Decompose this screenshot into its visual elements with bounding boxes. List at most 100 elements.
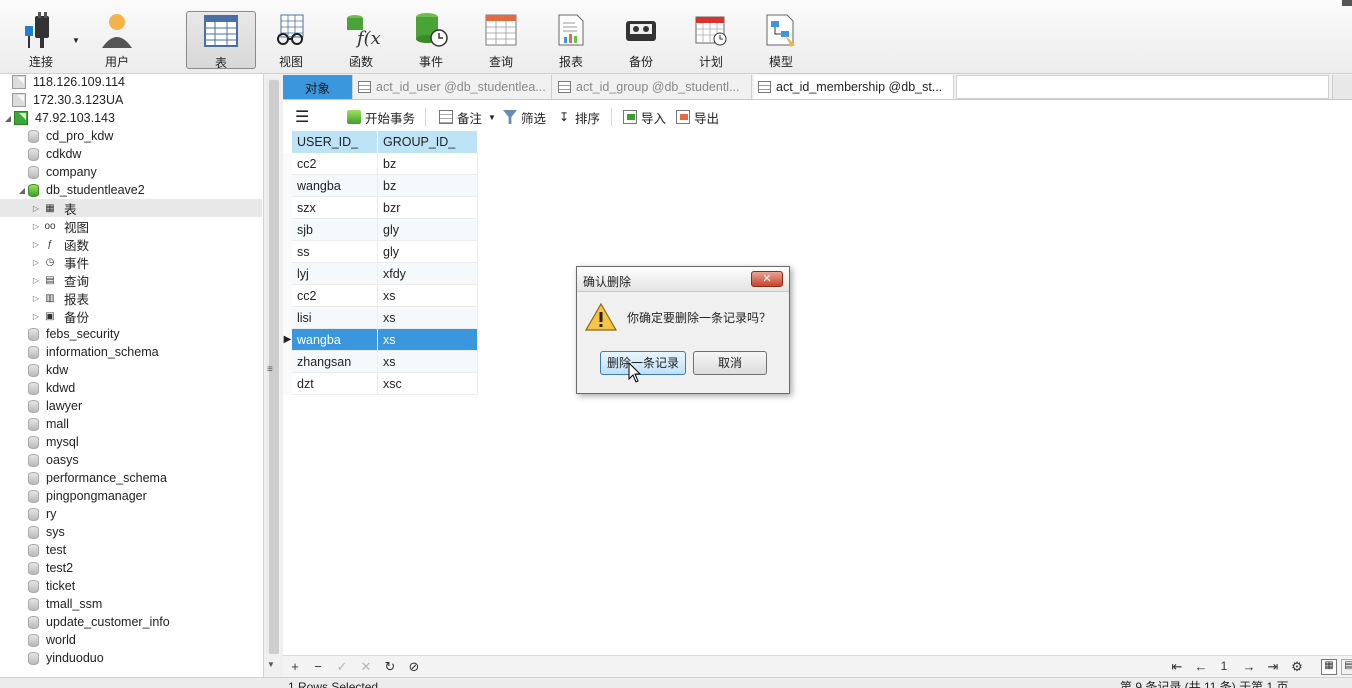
cell-user-id[interactable]: zhangsan bbox=[292, 351, 378, 373]
table-row[interactable]: dzt xsc bbox=[283, 373, 478, 395]
row-indicator[interactable] bbox=[283, 197, 292, 219]
sort-button[interactable]: ↧ 排序 bbox=[557, 108, 600, 126]
backup-button[interactable]: 备份 bbox=[606, 11, 676, 69]
database-item[interactable]: information_schema bbox=[0, 343, 262, 361]
database-item[interactable]: world bbox=[0, 631, 262, 649]
cell-user-id[interactable]: cc2 bbox=[292, 285, 378, 307]
database-item[interactable]: yinduoduo bbox=[0, 649, 262, 667]
refresh-icon[interactable]: ↻ bbox=[382, 659, 398, 675]
new-tab-icon[interactable] bbox=[1332, 75, 1352, 99]
apply-changes-icon[interactable]: ✓ bbox=[334, 659, 350, 675]
row-indicator[interactable] bbox=[283, 307, 292, 329]
table-row[interactable]: zhangsan xs bbox=[283, 351, 478, 373]
current-row-arrow-icon[interactable]: ▶ bbox=[283, 329, 292, 351]
grid-view-icon[interactable]: ▦ bbox=[1321, 659, 1337, 675]
cancel-button[interactable]: 取消 bbox=[693, 351, 767, 375]
settings-gear-icon[interactable]: ⚙ bbox=[1289, 659, 1305, 675]
cell-user-id[interactable]: lisi bbox=[292, 307, 378, 329]
cell-user-id[interactable]: dzt bbox=[292, 373, 378, 395]
views-node[interactable]: ▷ oo 视图 bbox=[0, 217, 262, 235]
database-item[interactable]: kdwd bbox=[0, 379, 262, 397]
database-item[interactable]: cdkdw bbox=[0, 145, 262, 163]
database-item[interactable]: ticket bbox=[0, 577, 262, 595]
events-node[interactable]: ▷ ◷ 事件 bbox=[0, 253, 262, 271]
connection-item[interactable]: 172.30.3.123UA bbox=[0, 91, 262, 109]
memo-dropdown-icon[interactable]: ▼ bbox=[488, 113, 496, 122]
close-button[interactable]: ✕ bbox=[751, 271, 783, 287]
cell-group-id[interactable]: gly bbox=[378, 241, 478, 263]
cell-user-id[interactable]: szx bbox=[292, 197, 378, 219]
function-button[interactable]: f(x) 函数 bbox=[326, 11, 396, 69]
connection-item[interactable]: 118.126.109.114 bbox=[0, 74, 262, 91]
export-button[interactable]: 导出 bbox=[676, 108, 719, 126]
report-button[interactable]: 报表 bbox=[536, 11, 606, 69]
row-indicator[interactable] bbox=[283, 373, 292, 395]
cell-group-id[interactable]: xfdy bbox=[378, 263, 478, 285]
form-view-icon[interactable]: ▤ bbox=[1341, 659, 1352, 675]
tab-act-id-group[interactable]: act_id_group @db_studentl... bbox=[554, 75, 752, 99]
expand-arrow-icon[interactable]: ◢ bbox=[2, 114, 14, 123]
cell-user-id[interactable]: sjb bbox=[292, 219, 378, 241]
confirm-delete-button[interactable]: 删除一条记录 bbox=[600, 351, 686, 375]
collapse-arrow-icon[interactable]: ▷ bbox=[30, 294, 42, 303]
view-button[interactable]: 视图 bbox=[256, 11, 326, 69]
database-item[interactable]: sys bbox=[0, 523, 262, 541]
database-item[interactable]: update_customer_info bbox=[0, 613, 262, 631]
discard-changes-icon[interactable]: ✕ bbox=[358, 659, 374, 675]
cell-group-id[interactable]: xs bbox=[378, 285, 478, 307]
database-item[interactable]: performance_schema bbox=[0, 469, 262, 487]
query-button[interactable]: 查询 bbox=[466, 11, 536, 69]
scroll-down-icon[interactable]: ▼ bbox=[267, 660, 275, 669]
cell-user-id[interactable]: cc2 bbox=[292, 153, 378, 175]
database-item[interactable]: tmall_ssm bbox=[0, 595, 262, 613]
backups-node[interactable]: ▷ ▣ 备份 bbox=[0, 307, 262, 325]
add-record-icon[interactable]: + bbox=[287, 659, 303, 674]
tab-objects[interactable]: 对象 bbox=[283, 75, 353, 99]
user-button[interactable]: 用户 bbox=[82, 11, 152, 69]
last-page-icon[interactable]: ⇥ bbox=[1265, 659, 1281, 675]
collapse-arrow-icon[interactable]: ▷ bbox=[30, 204, 42, 213]
expand-arrow-icon[interactable]: ◢ bbox=[16, 186, 28, 195]
cell-group-id[interactable]: xs bbox=[378, 351, 478, 373]
database-item[interactable]: mysql bbox=[0, 433, 262, 451]
dialog-title-bar[interactable]: 确认删除 ✕ bbox=[577, 267, 789, 292]
table-row[interactable]: szx bzr bbox=[283, 197, 478, 219]
row-indicator[interactable] bbox=[283, 153, 292, 175]
menu-icon[interactable]: ☰ bbox=[295, 108, 309, 126]
table-row[interactable]: ▶ wangba xs bbox=[283, 329, 478, 351]
database-item[interactable]: company bbox=[0, 163, 262, 181]
page-number[interactable]: 1 bbox=[1216, 659, 1232, 673]
tab-act-id-user[interactable]: act_id_user @db_studentlea... bbox=[354, 75, 552, 99]
functions-node[interactable]: ▷ ƒ 函数 bbox=[0, 235, 262, 253]
row-indicator[interactable] bbox=[283, 175, 292, 197]
table-row[interactable]: lisi xs bbox=[283, 307, 478, 329]
database-item[interactable]: kdw bbox=[0, 361, 262, 379]
table-row[interactable]: cc2 bz bbox=[283, 153, 478, 175]
database-item[interactable]: lawyer bbox=[0, 397, 262, 415]
table-row[interactable]: ss gly bbox=[283, 241, 478, 263]
database-item[interactable]: cd_pro_kdw bbox=[0, 127, 262, 145]
cell-user-id[interactable]: wangba bbox=[292, 329, 378, 351]
schedule-button[interactable]: 计划 bbox=[676, 11, 746, 69]
connect-dropdown-icon[interactable]: ▼ bbox=[72, 36, 80, 45]
collapse-arrow-icon[interactable]: ▷ bbox=[30, 240, 42, 249]
row-indicator[interactable] bbox=[283, 263, 292, 285]
database-item[interactable]: test bbox=[0, 541, 262, 559]
data-grid[interactable]: USER_ID_ GROUP_ID_ cc2 bz wangba bz szx bzr sj… bbox=[283, 131, 1352, 655]
table-row[interactable]: wangba bz bbox=[283, 175, 478, 197]
splitter-grip-icon[interactable]: ≡ bbox=[267, 364, 273, 375]
column-header-user-id[interactable]: USER_ID_ bbox=[292, 131, 378, 153]
cell-group-id[interactable]: xs bbox=[378, 329, 478, 351]
row-indicator[interactable] bbox=[283, 351, 292, 373]
sidebar-scrollbar[interactable]: ≡ ▼ bbox=[264, 74, 283, 678]
cell-group-id[interactable]: xsc bbox=[378, 373, 478, 395]
table-row[interactable]: cc2 xs bbox=[283, 285, 478, 307]
connect-button[interactable]: 连接 bbox=[6, 11, 76, 69]
cell-user-id[interactable]: ss bbox=[292, 241, 378, 263]
tables-node[interactable]: ▷ ▦ 表 bbox=[0, 199, 262, 217]
column-header-group-id[interactable]: GROUP_ID_ bbox=[378, 131, 478, 153]
begin-transaction-button[interactable]: 开始事务 bbox=[347, 108, 415, 126]
model-button[interactable]: 模型 bbox=[746, 11, 816, 69]
database-item[interactable]: mall bbox=[0, 415, 262, 433]
cell-group-id[interactable]: bz bbox=[378, 153, 478, 175]
